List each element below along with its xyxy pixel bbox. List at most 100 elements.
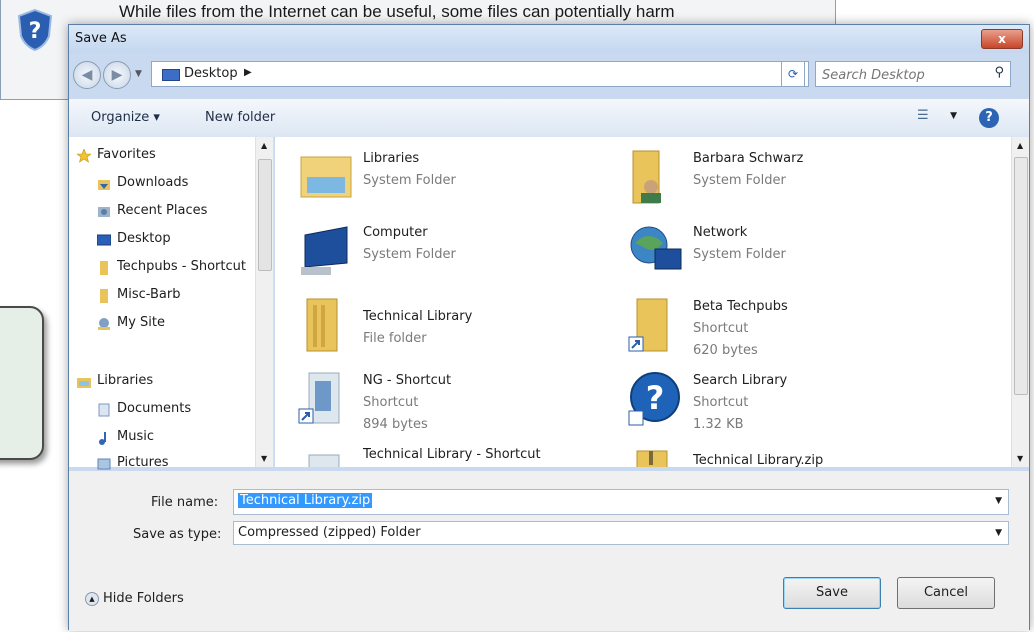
navigation-pane: Favorites Downloads Recent Places Deskto… [69, 137, 274, 470]
new-folder-button[interactable]: New folder [205, 110, 275, 125]
my-site-icon [98, 318, 110, 330]
user-folder-icon [632, 150, 661, 204]
list-item[interactable]: Network System Folder [627, 223, 927, 283]
list-item[interactable]: NG - Shortcut Shortcut 894 bytes [297, 371, 597, 432]
pictures-icon [97, 458, 111, 470]
save-form: File name: Technical Library.zip ▼ Save … [69, 471, 1029, 631]
item-name: Network [693, 225, 748, 240]
nav-item-downloads[interactable]: Downloads [117, 175, 188, 190]
nav-item-desktop[interactable]: Desktop [117, 231, 171, 246]
item-name: Libraries [363, 151, 420, 166]
breadcrumb[interactable]: Desktop ▶ ▼ [151, 61, 809, 87]
search-input[interactable] [820, 65, 984, 85]
item-name: Technical Library.zip [693, 453, 824, 467]
item-type: System Folder [693, 173, 786, 188]
file-name-field[interactable]: Technical Library.zip ▼ [233, 489, 1009, 515]
nav-item-documents[interactable]: Documents [117, 401, 191, 416]
nav-item-libraries[interactable]: Libraries [97, 373, 153, 388]
search-icon[interactable]: ⚲ [994, 65, 1004, 80]
scroll-down-icon[interactable]: ▼ [261, 454, 267, 463]
item-type: System Folder [363, 247, 456, 262]
item-type: System Folder [693, 247, 786, 262]
nav-item-techpubs-shortcut[interactable]: Techpubs - Shortcut [117, 259, 246, 274]
folder-icon [306, 298, 338, 352]
list-item[interactable]: Beta Techpubs Shortcut 620 bytes [627, 297, 927, 358]
chevron-down-icon[interactable]: ▼ [995, 496, 1002, 506]
scroll-down-icon[interactable]: ▼ [1017, 454, 1023, 463]
title-bar[interactable]: Save As x [69, 25, 1029, 53]
save-button[interactable]: Save [783, 577, 881, 609]
downloads-icon [98, 180, 110, 190]
hide-folders-label[interactable]: Hide Folders [103, 591, 184, 606]
organize-button[interactable]: Organize ▾ [91, 110, 160, 125]
scroll-thumb[interactable] [258, 159, 272, 271]
computer-icon [301, 226, 348, 275]
navigation-scrollbar[interactable]: ▲ ▼ [255, 137, 273, 467]
list-item[interactable]: Technical Library File folder [297, 297, 597, 357]
desktop-icon [97, 234, 111, 246]
background-dialog-text: While files from the Internet can be use… [119, 2, 675, 21]
folder-icon [100, 289, 108, 303]
nav-item-favorites[interactable]: Favorites [97, 147, 156, 162]
search-box[interactable]: ⚲ [815, 61, 1011, 87]
star-icon [77, 149, 91, 163]
cancel-button[interactable]: Cancel [897, 577, 995, 609]
file-name-label: File name: [151, 495, 219, 510]
list-item[interactable]: ? Search Library Shortcut 1.32 KB [627, 371, 927, 432]
chevron-down-icon[interactable]: ▼ [995, 528, 1002, 538]
libraries-icon [77, 378, 91, 388]
folder-shortcut-icon [100, 261, 108, 275]
shield-help-icon: ? [17, 8, 53, 52]
nav-item-misc-barb[interactable]: Misc-Barb [117, 287, 180, 302]
forward-button[interactable]: ▶ [103, 61, 131, 89]
item-name: Barbara Schwarz [693, 151, 804, 166]
folder-shortcut-icon [298, 372, 340, 424]
save-type-value: Compressed (zipped) Folder [238, 525, 421, 540]
list-item[interactable]: Barbara Schwarz System Folder [627, 149, 927, 209]
list-item[interactable]: Libraries System Folder [297, 149, 597, 209]
nav-item-pictures[interactable]: Pictures [117, 455, 168, 467]
svg-text:?: ? [29, 19, 42, 44]
save-type-label: Save as type: [133, 527, 222, 542]
nav-item-music[interactable]: Music [117, 429, 154, 444]
item-type: Shortcut [693, 321, 749, 336]
dialog-title: Save As [75, 31, 127, 46]
scroll-up-icon[interactable]: ▲ [1017, 141, 1023, 150]
file-name-value[interactable]: Technical Library.zip [238, 493, 373, 508]
view-options-icon[interactable]: ☰ [917, 108, 939, 124]
list-item[interactable]: Computer System Folder [297, 223, 597, 283]
item-size: 894 bytes [363, 417, 428, 432]
save-type-select[interactable]: Compressed (zipped) Folder ▼ [233, 521, 1009, 545]
item-size: 1.32 KB [693, 417, 744, 432]
help-icon[interactable]: ? [979, 108, 999, 128]
breadcrumb-desktop[interactable]: Desktop [184, 66, 238, 81]
recent-locations-dropdown[interactable]: ▼ [135, 69, 142, 79]
item-name: Beta Techpubs [693, 299, 788, 314]
item-type: File folder [363, 331, 427, 346]
file-list: Libraries System Folder Barbara Schwarz … [275, 137, 1029, 467]
nav-item-recent-places[interactable]: Recent Places [117, 203, 207, 218]
view-dropdown-icon[interactable]: ▼ [950, 111, 957, 121]
desktop-icon [162, 69, 180, 81]
refresh-button[interactable]: ⟳ [781, 61, 805, 87]
file-list-scrollbar[interactable]: ▲ ▼ [1011, 137, 1029, 467]
address-bar: ◀ ▶ ▼ Desktop ▶ ▼ ⟳ ⚲ [69, 57, 1029, 93]
folder-shortcut-icon [308, 454, 340, 467]
documents-icon [98, 403, 110, 417]
music-icon [99, 432, 106, 445]
list-item[interactable]: Technical Library.zip [627, 445, 927, 467]
chevron-up-icon[interactable]: ▲ [85, 592, 99, 606]
nav-item-my-site[interactable]: My Site [117, 315, 165, 330]
breadcrumb-chevron-icon[interactable]: ▶ [244, 67, 252, 78]
item-type: Shortcut [693, 395, 749, 410]
zip-folder-icon [636, 450, 668, 467]
callout-box [0, 306, 44, 460]
item-name: Technical Library - Shortcut [363, 447, 541, 462]
back-button[interactable]: ◀ [73, 61, 101, 89]
scroll-up-icon[interactable]: ▲ [261, 141, 267, 150]
item-size: 620 bytes [693, 343, 758, 358]
close-button[interactable]: x [981, 29, 1023, 49]
list-item[interactable]: Technical Library - Shortcut [297, 445, 597, 467]
recent-places-icon [98, 207, 110, 217]
scroll-thumb[interactable] [1014, 157, 1028, 395]
